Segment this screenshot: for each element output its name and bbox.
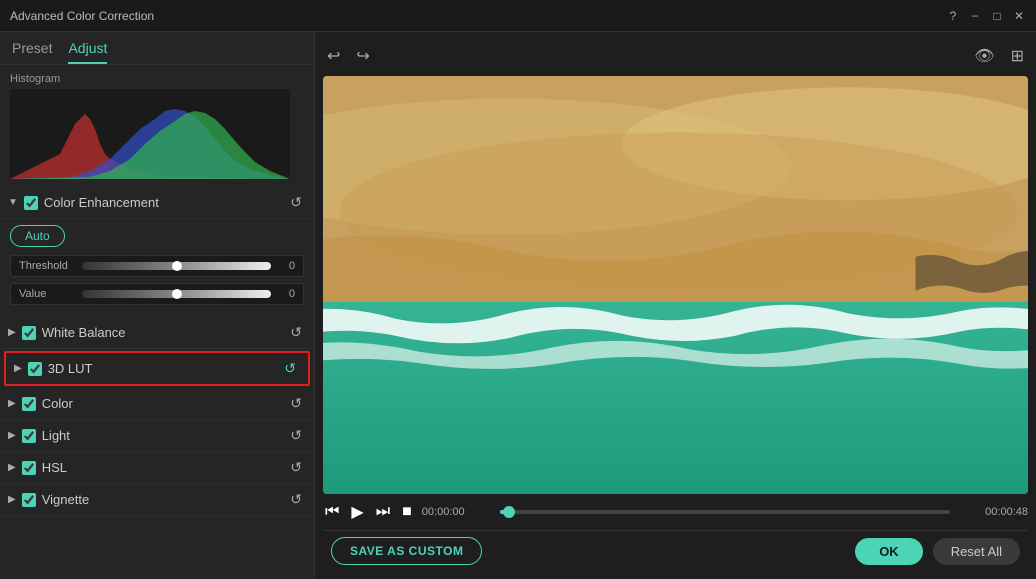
color-toggle[interactable]: Color [8, 396, 286, 411]
color-enhancement-reset-button[interactable]: ↺ [286, 192, 306, 213]
vignette-label: Vignette [42, 492, 89, 507]
bottom-bar: SAVE AS CUSTOM OK Reset All [323, 530, 1028, 571]
bottom-right-buttons: OK Reset All [855, 538, 1020, 565]
hsl-reset-button[interactable]: ↺ [286, 457, 306, 478]
undo-button[interactable]: ↩ [323, 44, 344, 68]
current-time: 00:00:00 [422, 506, 492, 518]
video-frame [323, 76, 1028, 494]
vignette-expand-icon[interactable] [8, 494, 16, 505]
white-balance-checkbox[interactable] [22, 326, 36, 340]
3dlut-checkbox[interactable] [28, 362, 42, 376]
3dlut-section: 3D LUT ↺ [6, 353, 308, 384]
hsl-toggle[interactable]: HSL [8, 460, 286, 475]
3dlut-reset-button[interactable]: ↺ [280, 358, 300, 379]
color-reset-button[interactable]: ↺ [286, 393, 306, 414]
stop-button[interactable]: ■ [400, 501, 414, 523]
toolbar: ↩ ↪ 👁 ⊞ [323, 40, 1028, 76]
next-frame-button[interactable]: ⏭ [374, 501, 392, 523]
close-button[interactable]: ✕ [1012, 9, 1026, 23]
expand-icon[interactable] [8, 197, 18, 208]
reset-all-button[interactable]: Reset All [933, 538, 1020, 565]
toolbar-right: 👁 ⊞ [970, 44, 1028, 68]
main-layout: Preset Adjust Histogram C [0, 32, 1036, 579]
white-balance-reset-button[interactable]: ↺ [286, 322, 306, 343]
color-expand-icon[interactable] [8, 398, 16, 409]
help-button[interactable]: ? [946, 9, 960, 23]
vignette-toggle[interactable]: Vignette [8, 492, 286, 507]
value-track[interactable] [82, 290, 271, 298]
white-balance-label: White Balance [42, 325, 126, 340]
color-enhancement-checkbox[interactable] [24, 196, 38, 210]
progress-thumb[interactable] [503, 506, 515, 518]
toolbar-left: ↩ ↪ [323, 44, 374, 68]
histogram-label: Histogram [10, 73, 304, 85]
hsl-checkbox[interactable] [22, 461, 36, 475]
vignette-section: Vignette ↺ [0, 484, 314, 516]
minimize-button[interactable]: − [968, 9, 982, 23]
color-enhancement-section-header: Color Enhancement ↺ [0, 187, 314, 219]
tab-adjust[interactable]: Adjust [68, 40, 107, 64]
histogram-section: Histogram [0, 65, 314, 187]
3dlut-label: 3D LUT [48, 361, 93, 376]
preview-button[interactable]: 👁 [970, 44, 998, 68]
value-slider-container: Value 0 [10, 283, 304, 305]
total-time: 00:00:48 [958, 506, 1028, 518]
maximize-button[interactable]: □ [990, 9, 1004, 23]
histogram-canvas [10, 89, 290, 179]
color-checkbox[interactable] [22, 397, 36, 411]
color-enhancement-body: Auto Threshold 0 Value 0 [0, 219, 314, 317]
white-balance-toggle[interactable]: White Balance [8, 325, 286, 340]
3dlut-expand-icon[interactable] [14, 363, 22, 374]
light-expand-icon[interactable] [8, 430, 16, 441]
threshold-thumb[interactable] [172, 261, 182, 271]
value-label: Value [19, 288, 74, 300]
3dlut-toggle[interactable]: 3D LUT [14, 361, 280, 376]
threshold-row: Threshold 0 [10, 255, 304, 277]
value-row: Value 0 [10, 283, 304, 305]
window-controls: ? − □ ✕ [946, 9, 1026, 23]
tab-preset[interactable]: Preset [12, 40, 52, 64]
light-checkbox[interactable] [22, 429, 36, 443]
vignette-checkbox[interactable] [22, 493, 36, 507]
color-enhancement-label: Color Enhancement [44, 195, 159, 210]
left-panel: Preset Adjust Histogram C [0, 32, 315, 579]
progress-bar[interactable] [500, 510, 950, 514]
threshold-slider-container: Threshold 0 [10, 255, 304, 277]
hsl-expand-icon[interactable] [8, 462, 16, 473]
value-value: 0 [279, 288, 295, 300]
hsl-section: HSL ↺ [0, 452, 314, 484]
white-balance-expand-icon[interactable] [8, 327, 16, 338]
threshold-value: 0 [279, 260, 295, 272]
right-panel: ↩ ↪ 👁 ⊞ [315, 32, 1036, 579]
color-section: Color ↺ [0, 388, 314, 420]
ok-button[interactable]: OK [855, 538, 923, 565]
color-enhancement-toggle[interactable]: Color Enhancement [8, 195, 286, 210]
auto-button[interactable]: Auto [10, 225, 65, 247]
light-reset-button[interactable]: ↺ [286, 425, 306, 446]
threshold-track[interactable] [82, 262, 271, 270]
titlebar: Advanced Color Correction ? − □ ✕ [0, 0, 1036, 32]
save-custom-button[interactable]: SAVE AS CUSTOM [331, 537, 482, 565]
compare-button[interactable]: ⊞ [1007, 44, 1028, 68]
light-toggle[interactable]: Light [8, 428, 286, 443]
threshold-label: Threshold [19, 260, 74, 272]
light-section: Light ↺ [0, 420, 314, 452]
value-thumb[interactable] [172, 289, 182, 299]
light-label: Light [42, 428, 70, 443]
app-title: Advanced Color Correction [10, 9, 154, 23]
tab-bar: Preset Adjust [0, 32, 314, 65]
vignette-reset-button[interactable]: ↺ [286, 489, 306, 510]
redo-button[interactable]: ↪ [352, 44, 373, 68]
white-balance-section: White Balance ↺ [0, 317, 314, 349]
color-label: Color [42, 396, 73, 411]
hsl-label: HSL [42, 460, 67, 475]
prev-frame-button[interactable]: ⏮ [323, 501, 341, 523]
play-button[interactable]: ▶ [349, 500, 365, 524]
playback-controls: ⏮ ▶ ⏭ ■ 00:00:00 00:00:48 [323, 494, 1028, 530]
video-preview [323, 76, 1028, 494]
3dlut-section-highlighted: 3D LUT ↺ [4, 351, 310, 386]
